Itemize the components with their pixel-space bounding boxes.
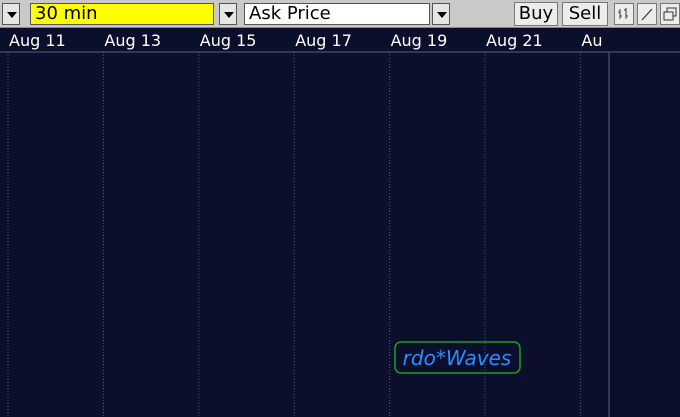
interval-field[interactable]: 30 min [30, 3, 214, 25]
x-tick-label: Aug 15 [200, 31, 257, 50]
draw-line-icon[interactable] [637, 3, 657, 25]
chart-toolbar: 30 min Ask Price Buy Sell [0, 0, 680, 28]
buy-button[interactable]: Buy [514, 2, 558, 26]
chart-background [0, 28, 680, 417]
chevron-down-icon [7, 12, 17, 18]
x-tick-label: Aug 17 [295, 31, 352, 50]
chevron-down-icon [437, 12, 447, 18]
x-tick-label: Aug 11 [9, 31, 66, 50]
x-tick-label: Aug 21 [486, 31, 543, 50]
chevron-down-icon [224, 12, 234, 18]
x-tick-label: Au [581, 31, 602, 50]
x-tick-label: Aug 19 [391, 31, 448, 50]
bar-style-icon[interactable] [614, 3, 634, 25]
sell-button[interactable]: Sell [562, 2, 608, 26]
x-tick-label: Aug 13 [104, 31, 161, 50]
window-icon[interactable] [660, 3, 680, 25]
price-chart[interactable]: Aug 11Aug 13Aug 15Aug 17Aug 19Aug 21Au11… [0, 28, 680, 417]
interval-dropdown-button[interactable] [2, 3, 20, 25]
interval-dropdown-arrow[interactable] [219, 3, 237, 25]
price-type-field[interactable]: Ask Price [244, 3, 430, 25]
price-type-dropdown-arrow[interactable] [432, 3, 450, 25]
watermark-logo: rdo*Waves [403, 346, 512, 370]
